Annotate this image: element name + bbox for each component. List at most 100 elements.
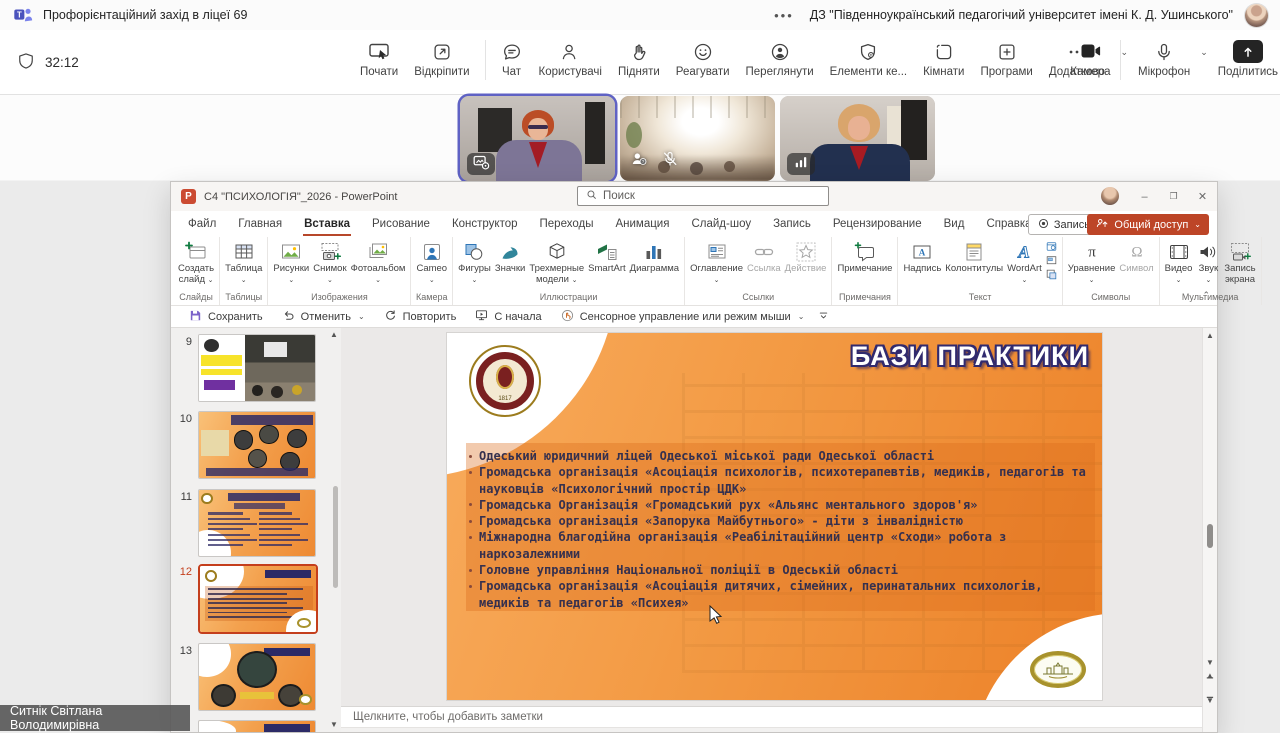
quick-access-redo[interactable]: Повторить	[374, 308, 466, 326]
control-elements-icon	[857, 37, 879, 63]
ribbon-button-photo-album[interactable]: Фотоальбом ⌄	[349, 239, 408, 287]
ribbon-button-header-footer[interactable]: Колонтитулы	[943, 239, 1005, 276]
tab-insert[interactable]: Вставка	[293, 211, 361, 237]
tab-review[interactable]: Рецензирование	[822, 211, 933, 237]
thumbnails-scroll-up-icon[interactable]: ▲	[329, 330, 339, 339]
ribbon-button-equation[interactable]: πУравнение ⌄	[1066, 239, 1118, 287]
ribbon-button-wordart[interactable]: AWordArt ⌄	[1005, 239, 1044, 287]
slide-thumbnail-partial[interactable]	[198, 720, 316, 732]
restore-button[interactable]: ❐	[1159, 182, 1188, 211]
ribbon-button-shapes[interactable]: Фигуры ⌄	[456, 239, 493, 287]
ribbon-button-chart[interactable]: Диаграмма	[628, 239, 681, 276]
ribbon-button-label: Действие	[785, 264, 827, 275]
tab-transitions[interactable]: Переходы	[529, 211, 605, 237]
toolbar-button-view[interactable]: Переглянути	[738, 37, 822, 78]
minimize-button[interactable]: –	[1130, 182, 1159, 211]
tab-home[interactable]: Главная	[227, 211, 293, 237]
next-slide-button[interactable]: ▁▼	[1203, 690, 1217, 704]
previous-slide-button[interactable]: ▲▔	[1203, 672, 1217, 686]
slide-thumbnail-11[interactable]	[198, 489, 316, 557]
ribbon-button-text-box[interactable]: AНадпись	[901, 239, 943, 276]
toolbar-button-camera[interactable]: Камера	[1062, 37, 1118, 78]
microphone-chevron-down-icon[interactable]: ⌄	[1200, 47, 1208, 58]
toolbar-button-share-screen[interactable]: Поділитись	[1210, 37, 1280, 78]
collapse-ribbon-icon[interactable]: ⌃	[1202, 290, 1210, 301]
date-time-icon[interactable]	[1045, 240, 1058, 253]
slide-thumbnail-13[interactable]	[198, 643, 316, 711]
toolbar-button-people[interactable]: Користувачі	[531, 37, 610, 78]
vertical-scrollbar[interactable]: ▲ ▼ ▲▔ ▁▼	[1202, 328, 1217, 732]
quick-access-from-beginning[interactable]: С начала	[465, 308, 550, 326]
tab-view[interactable]: Вид	[933, 211, 976, 237]
share-document-button[interactable]: Общий доступ ⌄	[1087, 214, 1209, 235]
search-input[interactable]: Поиск	[577, 186, 829, 206]
tab-design[interactable]: Конструктор	[441, 211, 529, 237]
notes-pane[interactable]: Щелкните, чтобы добавить заметки	[341, 706, 1203, 727]
smartart-icon	[595, 240, 619, 264]
ribbon-button-comment[interactable]: Примечание	[835, 239, 894, 276]
insert-object-icon[interactable]	[1045, 268, 1058, 281]
video-icon	[1167, 240, 1191, 264]
slide-thumbnail-panel: ▲ ▼ 9 10 11 12	[171, 328, 342, 732]
thumbnails-scroll-down-icon[interactable]: ▼	[329, 720, 339, 729]
toolbar-button-present[interactable]: Почати	[352, 37, 406, 78]
present-icon	[367, 37, 391, 63]
powerpoint-app-icon: P	[181, 189, 196, 204]
ribbon-button-smartart[interactable]: SmartArt	[586, 239, 627, 276]
ribbon-button-label: Фигуры ⌄	[458, 264, 491, 286]
ribbon-button-video[interactable]: Видео ⌄	[1163, 239, 1195, 287]
ribbon-button-screenshot[interactable]: Снимок ⌄	[311, 239, 348, 287]
ribbon-button-cameo[interactable]: Cameo ⌄	[414, 239, 449, 287]
slide-number-icon[interactable]	[1045, 254, 1058, 267]
ribbon-button-icons[interactable]: Значки	[493, 239, 527, 276]
toolbar-button-rooms[interactable]: Кімнати	[915, 37, 972, 78]
more-options-icon[interactable]: •••	[774, 8, 794, 23]
toolbar-button-control-elements[interactable]: Елементи ке...	[822, 37, 915, 78]
toolbar-button-unpin[interactable]: Відкріпити	[406, 37, 477, 78]
tab-file[interactable]: Файл	[177, 211, 227, 237]
video-tile-speaker-second[interactable]	[780, 96, 935, 181]
toolbar-button-apps[interactable]: Програми	[972, 37, 1040, 78]
tab-draw[interactable]: Рисование	[361, 211, 441, 237]
slide-thumbnail-9[interactable]	[198, 334, 316, 402]
meeting-title: Профорієнтаційний захід в ліцеї 69	[43, 8, 247, 22]
ribbon-button-toc[interactable]: Оглавление ⌄	[688, 239, 745, 287]
ribbon-button-screen-recording[interactable]: Запись экрана	[1222, 239, 1257, 286]
organization-title: ДЗ "Південноукраїнський педагогічий унів…	[810, 8, 1233, 22]
slide-thumbnail-12[interactable]	[198, 564, 318, 634]
scrollbar-thumb[interactable]	[1207, 524, 1213, 548]
ribbon-button-3d-models[interactable]: Трехмерные модели ⌄	[527, 239, 586, 287]
ribbon-button-label: Надпись	[903, 264, 941, 275]
thumbnails-scrollbar[interactable]	[333, 486, 338, 588]
quick-access-save[interactable]: Сохранить	[179, 308, 272, 326]
account-avatar[interactable]	[1101, 187, 1119, 205]
ribbon-button-audio[interactable]: Звук ⌄	[1194, 239, 1222, 287]
tab-slideshow[interactable]: Слайд-шоу	[680, 211, 762, 237]
ribbon-group-камера: Cameo ⌄Камера	[411, 237, 453, 305]
camera-chevron-down-icon[interactable]: ⌄	[1120, 47, 1128, 58]
customize-quick-access-icon[interactable]	[817, 309, 830, 325]
toolbar-button-chat[interactable]: Чат	[493, 37, 531, 78]
quick-access-touch-mode[interactable]: Сенсорное управление или режим мыши⌄	[551, 308, 814, 326]
tab-record[interactable]: Запись	[762, 211, 822, 237]
video-tile-speaker-presenter[interactable]	[460, 96, 615, 181]
slide-canvas[interactable]: 1817 БАЗИ ПРАКТИКИ Одеський юридичний лі…	[447, 333, 1102, 700]
video-tile-classroom-audience[interactable]: ?	[620, 96, 775, 181]
ribbon-button-new-slide[interactable]: Создать слайд ⌄	[176, 239, 216, 287]
tab-animation[interactable]: Анимация	[604, 211, 680, 237]
toolbar-button-react[interactable]: Реагувати	[668, 37, 738, 78]
ribbon-button-pictures[interactable]: Рисунки ⌄	[271, 239, 311, 287]
bullet-item: Міжнародна благодійна організація «Реабі…	[466, 529, 1089, 562]
svg-text:T: T	[17, 10, 22, 19]
toolbar-button-raise-hand[interactable]: Підняти	[610, 37, 668, 78]
quick-access-undo[interactable]: Отменить⌄	[272, 308, 374, 326]
microphone-icon	[1153, 37, 1175, 63]
close-button[interactable]: ✕	[1188, 182, 1217, 211]
scroll-up-icon[interactable]: ▲	[1203, 331, 1217, 340]
toc-icon	[705, 240, 729, 264]
user-avatar[interactable]	[1245, 4, 1268, 27]
toolbar-button-microphone[interactable]: Мікрофон	[1130, 37, 1198, 78]
ribbon-button-table[interactable]: Таблица ⌄	[223, 239, 264, 287]
scroll-down-icon[interactable]: ▼	[1203, 658, 1217, 667]
slide-thumbnail-10[interactable]	[198, 411, 316, 479]
